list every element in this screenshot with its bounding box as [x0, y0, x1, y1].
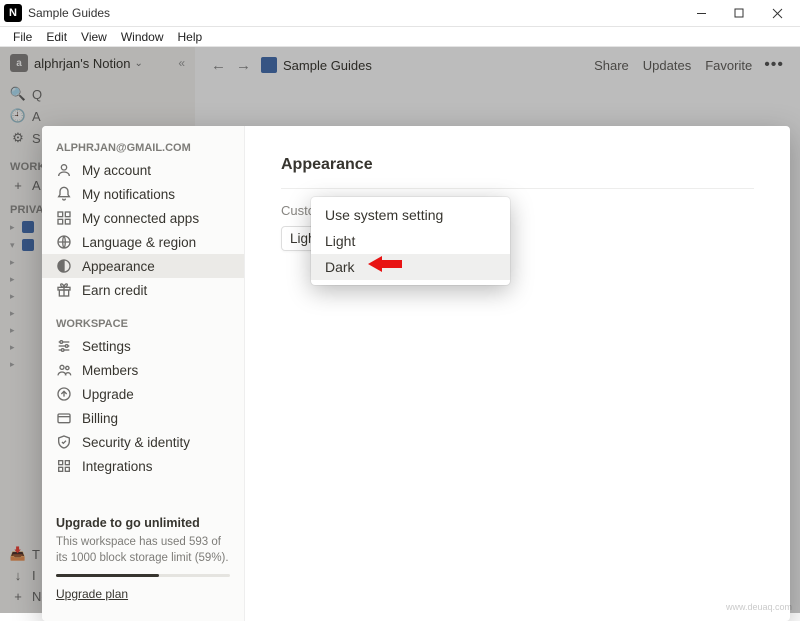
upgrade-title: Upgrade to go unlimited	[56, 516, 230, 530]
dropdown-option-system[interactable]: Use system setting	[311, 202, 510, 228]
globe-icon	[56, 234, 76, 250]
menu-edit[interactable]: Edit	[39, 30, 74, 44]
settings-nav-notifications[interactable]: My notifications	[42, 182, 244, 206]
annotation-arrow-icon	[368, 254, 402, 279]
dropdown-option-dark[interactable]: Dark	[311, 254, 510, 280]
gift-icon	[56, 282, 76, 298]
menu-view[interactable]: View	[74, 30, 114, 44]
window-minimize-button[interactable]	[682, 0, 720, 26]
window-title: Sample Guides	[28, 6, 682, 20]
upgrade-plan-link[interactable]: Upgrade plan	[56, 587, 230, 601]
settings-section-workspace: WORKSPACE	[42, 312, 244, 334]
upgrade-description: This workspace has used 593 of its 1000 …	[56, 534, 230, 566]
settings-nav-earn-credit[interactable]: Earn credit	[42, 278, 244, 302]
window-maximize-button[interactable]	[720, 0, 758, 26]
settings-nav-language[interactable]: Language & region	[42, 230, 244, 254]
settings-nav-billing[interactable]: Billing	[42, 406, 244, 430]
blocks-icon	[56, 458, 76, 474]
settings-nav-upgrade[interactable]: Upgrade	[42, 382, 244, 406]
window-titlebar: N Sample Guides	[0, 0, 800, 27]
settings-nav-security[interactable]: Security & identity	[42, 430, 244, 454]
people-icon	[56, 362, 76, 378]
settings-nav-connected-apps[interactable]: My connected apps	[42, 206, 244, 230]
settings-nav-integrations[interactable]: Integrations	[42, 454, 244, 478]
divider	[281, 188, 754, 189]
appearance-dropdown: Use system setting Light Dark	[311, 197, 510, 285]
arrow-up-icon	[56, 386, 76, 402]
settings-section-account: ALPHRJAN@GMAIL.COM	[42, 136, 244, 158]
menu-help[interactable]: Help	[171, 30, 210, 44]
credit-card-icon	[56, 410, 76, 426]
menu-window[interactable]: Window	[114, 30, 171, 44]
dropdown-option-light[interactable]: Light	[311, 228, 510, 254]
appearance-icon	[56, 258, 76, 274]
grid-icon	[56, 210, 76, 226]
settings-sidebar: ALPHRJAN@GMAIL.COM My account My notific…	[42, 126, 245, 621]
storage-progress-bar	[56, 574, 230, 577]
person-icon	[56, 162, 76, 178]
window-close-button[interactable]	[758, 0, 796, 26]
settings-upgrade-callout: Upgrade to go unlimited This workspace h…	[42, 506, 244, 611]
shield-icon	[56, 434, 76, 450]
sliders-icon	[56, 338, 76, 354]
bell-icon	[56, 186, 76, 202]
app-menubar: File Edit View Window Help	[0, 27, 800, 47]
settings-nav-my-account[interactable]: My account	[42, 158, 244, 182]
settings-nav-settings[interactable]: Settings	[42, 334, 244, 358]
page-title: Appearance	[281, 156, 754, 174]
settings-nav-appearance[interactable]: Appearance	[42, 254, 244, 278]
settings-nav-members[interactable]: Members	[42, 358, 244, 382]
menu-file[interactable]: File	[6, 30, 39, 44]
watermark-text: www.deuaq.com	[726, 602, 792, 612]
notion-app-icon: N	[4, 4, 22, 22]
